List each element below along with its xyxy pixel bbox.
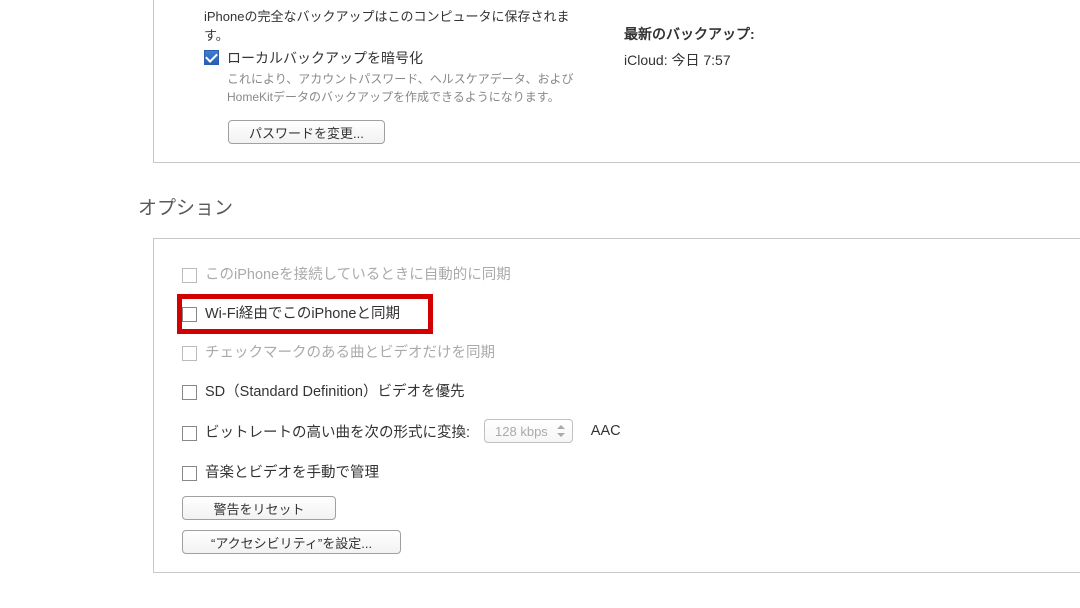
accessibility-settings-button[interactable]: “アクセシビリティ”を設定... <box>182 530 401 554</box>
backup-description: iPhoneの完全なバックアップはこのコンピュータに保存されます。 <box>204 6 584 44</box>
wifi-sync-label: Wi-Fi経由でこのiPhoneと同期 <box>205 302 400 323</box>
bitrate-option: ビットレートの高い曲を次の形式に変換: 128 kbps AAC <box>182 415 1080 447</box>
backup-right-column: 最新のバックアップ: iCloud: 今日 7:57 <box>624 6 755 144</box>
backup-panel: iPhoneの完全なバックアップはこのコンピュータに保存されます。 ローカルバッ… <box>153 0 1080 163</box>
auto-sync-option: このiPhoneを接続しているときに自動的に同期 <box>182 259 1080 288</box>
backup-left-column: iPhoneの完全なバックアップはこのコンピュータに保存されます。 ローカルバッ… <box>154 6 584 144</box>
wifi-sync-option: Wi-Fi経由でこのiPhoneと同期 <box>182 298 1080 327</box>
updown-icon <box>557 423 565 439</box>
checked-only-checkbox <box>182 346 197 361</box>
change-password-button[interactable]: パスワードを変更... <box>228 120 385 144</box>
options-panel: このiPhoneを接続しているときに自動的に同期 Wi-Fi経由でこのiPhon… <box>153 238 1080 573</box>
sd-pref-option: SD（Standard Definition）ビデオを優先 <box>182 376 1080 405</box>
encrypt-text-block: ローカルバックアップを暗号化 これにより、アカウントパスワード、ヘルスケアデータ… <box>227 48 584 106</box>
latest-backup-value: iCloud: 今日 7:57 <box>624 50 755 70</box>
reset-warnings-button[interactable]: 警告をリセット <box>182 496 336 520</box>
manual-manage-checkbox[interactable] <box>182 466 197 481</box>
bitrate-label: ビットレートの高い曲を次の形式に変換: <box>205 421 470 442</box>
manual-manage-option: 音楽とビデオを手動で管理 <box>182 457 1080 486</box>
bitrate-checkbox[interactable] <box>182 426 197 441</box>
encrypt-backup-label: ローカルバックアップを暗号化 <box>227 48 584 68</box>
backup-content-row: iPhoneの完全なバックアップはこのコンピュータに保存されます。 ローカルバッ… <box>154 0 1080 144</box>
options-buttons: 警告をリセット “アクセシビリティ”を設定... <box>154 496 1080 554</box>
options-section-title: オプション <box>138 193 1080 220</box>
options-list: このiPhoneを接続しているときに自動的に同期 Wi-Fi経由でこのiPhon… <box>154 239 1080 486</box>
encrypt-backup-description: これにより、アカウントパスワード、ヘルスケアデータ、およびHomeKitデータの… <box>227 70 584 106</box>
bitrate-codec: AAC <box>591 423 621 439</box>
auto-sync-checkbox <box>182 268 197 283</box>
bitrate-dropdown[interactable]: 128 kbps <box>484 419 573 443</box>
manual-manage-label: 音楽とビデオを手動で管理 <box>205 461 379 482</box>
checked-only-option: チェックマークのある曲とビデオだけを同期 <box>182 337 1080 366</box>
sd-pref-checkbox[interactable] <box>182 385 197 400</box>
auto-sync-label: このiPhoneを接続しているときに自動的に同期 <box>205 263 511 284</box>
encrypt-backup-row: ローカルバックアップを暗号化 これにより、アカウントパスワード、ヘルスケアデータ… <box>204 48 584 106</box>
encrypt-backup-checkbox[interactable] <box>204 50 219 65</box>
checked-only-label: チェックマークのある曲とビデオだけを同期 <box>205 341 495 362</box>
sd-pref-label: SD（Standard Definition）ビデオを優先 <box>205 380 464 401</box>
latest-backup-title: 最新のバックアップ: <box>624 24 755 44</box>
bitrate-dropdown-value: 128 kbps <box>495 424 548 439</box>
wifi-sync-checkbox[interactable] <box>182 307 197 322</box>
